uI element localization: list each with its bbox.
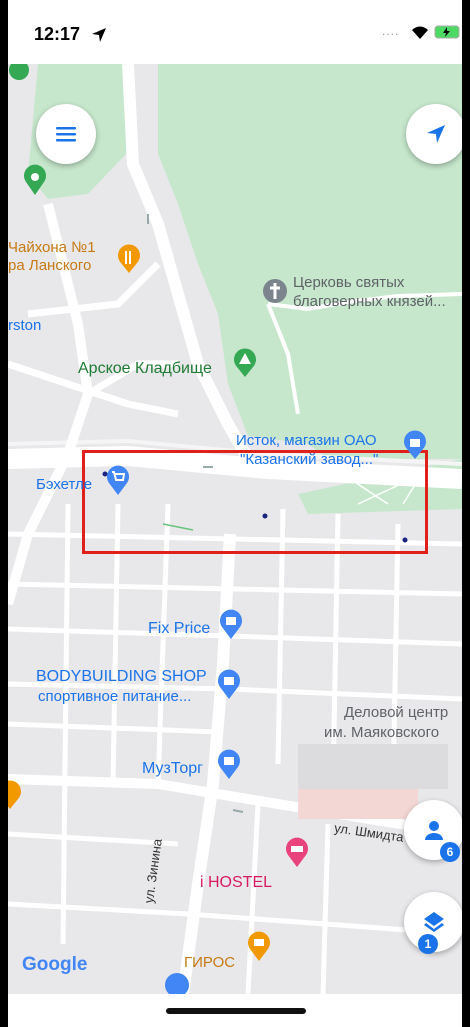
location-arrow-icon: [92, 28, 106, 42]
layers-button[interactable]: 1: [404, 892, 462, 954]
label-delovoy-2: им. Маяковского: [324, 724, 440, 741]
shop-pin-fixprice-icon[interactable]: [218, 608, 244, 640]
home-indicator[interactable]: [166, 1008, 306, 1014]
green-place-pin-top-icon: [9, 64, 29, 80]
blue-pin-bottom-icon[interactable]: [164, 972, 190, 994]
label-rston: rston: [8, 317, 42, 334]
navigation-arrow-icon: [427, 125, 445, 143]
church-icon[interactable]: [262, 278, 288, 304]
phone-screen: 12:17 .... Чайхона №1 ра Ланского rston …: [8, 0, 462, 1027]
label-ihostel[interactable]: i HOSTEL: [200, 874, 272, 892]
map-view[interactable]: Чайхона №1 ра Ланского rston Церковь свя…: [8, 64, 462, 994]
label-istok-1[interactable]: Исток, магазин ОАО: [236, 432, 377, 450]
layers-badge: 1: [418, 934, 438, 954]
label-bodybuilding-1[interactable]: BODYBUILDING SHOP: [36, 668, 207, 686]
cafe-pin-icon[interactable]: [246, 930, 272, 962]
wifi-icon: [412, 26, 428, 39]
google-logo: Google: [22, 954, 88, 975]
orange-pin-left-icon[interactable]: [8, 780, 24, 810]
label-istok-2: "Казанский завод...": [240, 451, 379, 468]
layers-icon: [424, 912, 444, 932]
label-church-2: благоверных князей...: [293, 293, 446, 310]
status-bar: 12:17 ....: [8, 0, 462, 64]
people-badge: 6: [440, 842, 460, 862]
label-delovoy-1[interactable]: Деловой центр: [344, 704, 448, 722]
people-button[interactable]: 6: [404, 800, 462, 862]
battery-icon: [434, 25, 460, 39]
bottom-bar: [8, 994, 462, 1027]
label-church-1[interactable]: Церковь святых: [293, 274, 404, 292]
label-fixprice[interactable]: Fix Price: [148, 620, 210, 638]
label-bodybuilding-2: спортивное питание...: [38, 688, 192, 705]
park-tree-icon[interactable]: [232, 348, 258, 378]
label-chaikhona[interactable]: Чайхона №1: [8, 239, 96, 257]
label-giros[interactable]: ГИРОС: [184, 954, 235, 972]
green-place-pin-icon[interactable]: [22, 164, 48, 196]
hotel-pin-icon[interactable]: [284, 836, 310, 868]
label-bekhetle[interactable]: Бэхетле: [36, 476, 92, 494]
shop-pin-istok-icon[interactable]: [402, 430, 428, 460]
label-lanskogo: ра Ланского: [8, 257, 92, 274]
label-muztorg[interactable]: МузТорг: [142, 760, 203, 778]
person-icon: [425, 821, 443, 840]
status-time: 12:17: [34, 24, 81, 44]
shop-pin-muztorg-icon[interactable]: [216, 748, 242, 780]
signal-dots: ....: [382, 24, 400, 38]
restaurant-pin-icon[interactable]: [116, 244, 142, 274]
cart-pin-icon[interactable]: [105, 464, 131, 496]
my-location-button[interactable]: [406, 104, 462, 164]
hamburger-icon: [56, 127, 76, 142]
shop-pin-bodybuilding-icon[interactable]: [216, 668, 242, 700]
label-cemetery[interactable]: Арское Кладбище: [78, 360, 212, 378]
menu-button[interactable]: [36, 104, 96, 164]
